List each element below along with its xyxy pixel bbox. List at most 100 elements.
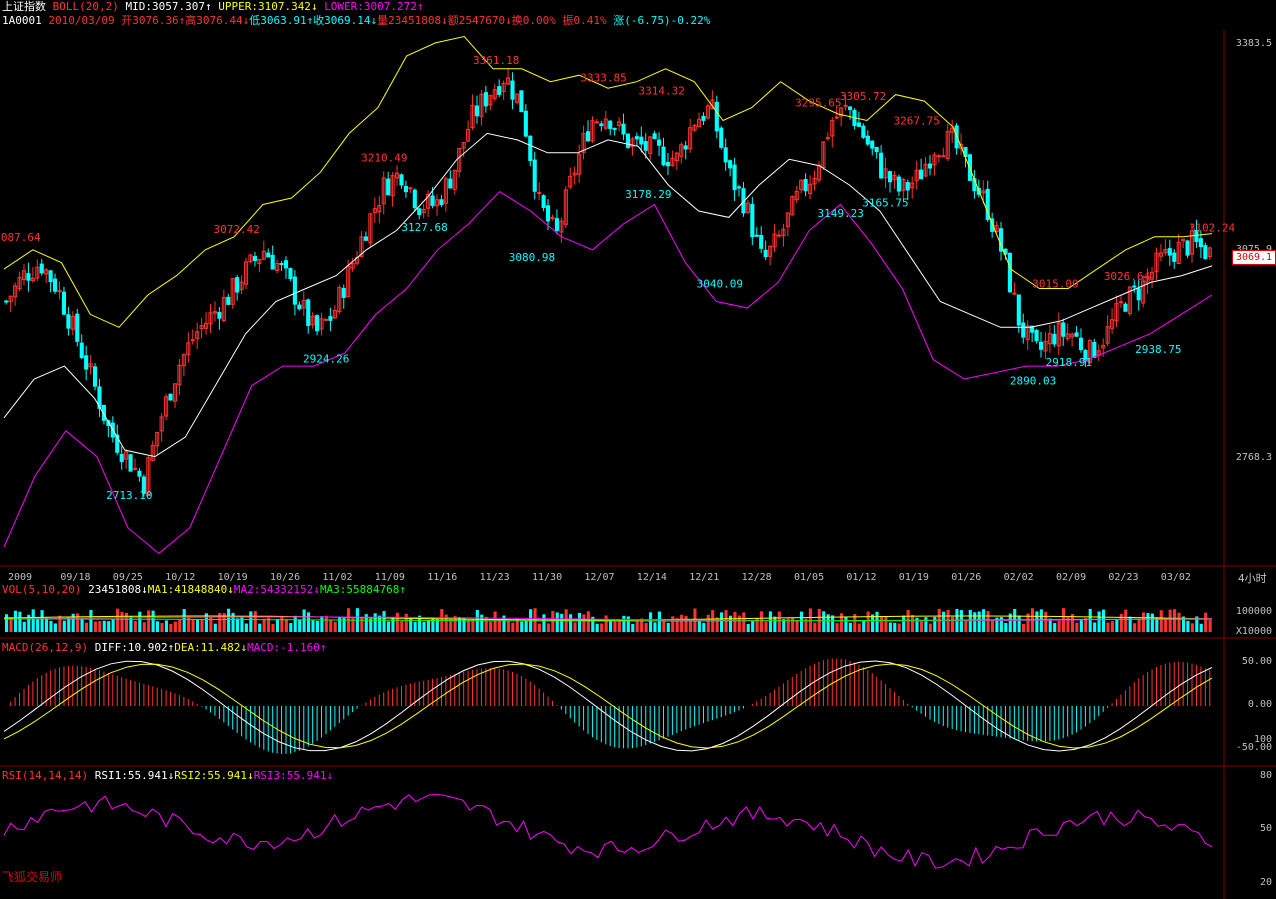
candle (119, 453, 124, 463)
volume-bar (1101, 609, 1106, 632)
time-axis-label: 01/12 (846, 572, 876, 583)
candle (217, 311, 222, 319)
volume-bar (919, 620, 923, 632)
volume-bar (648, 612, 653, 632)
volume-bar (1022, 623, 1026, 632)
candle (763, 249, 768, 258)
vol-tick-100000: 100000 (1235, 606, 1272, 617)
volume-bar (1119, 613, 1123, 632)
volume-bar (795, 619, 799, 632)
candle (128, 454, 133, 472)
candle (403, 185, 408, 193)
time-axis-label: 10/19 (218, 572, 248, 583)
volume-bar (307, 612, 311, 632)
volume-bar (600, 623, 604, 632)
candle (701, 115, 706, 121)
macd-diff: DIFF:10.902 (94, 641, 168, 654)
candle (66, 314, 71, 329)
vol-ma3: MA3:55884768 (319, 583, 400, 596)
rsi3-value: RSI3:55.941 (253, 769, 327, 782)
volume-bar (169, 623, 173, 632)
volume-bar (18, 611, 22, 632)
volume-bar (777, 611, 781, 632)
candle (412, 189, 417, 209)
time-axis-label: 11/16 (427, 572, 457, 583)
volume-bar (400, 620, 404, 632)
candle (137, 470, 142, 477)
volume-bar (124, 612, 129, 632)
price-annotation: 3127.68 (401, 221, 447, 234)
volume-bar (688, 621, 693, 632)
time-axis-label: 11/09 (375, 572, 405, 583)
volume-bar (1199, 623, 1203, 632)
volume-bar (1044, 611, 1048, 632)
volume-bar (511, 622, 515, 632)
candle (1118, 301, 1124, 304)
macd-dea: DEA:11.482 (174, 641, 241, 654)
volume-bar (657, 611, 661, 632)
volume-bar (1208, 620, 1212, 632)
volume-bar (964, 619, 968, 632)
volume-bar (302, 609, 306, 632)
volume-bar (1106, 622, 1110, 632)
candle (1078, 337, 1084, 351)
candle (270, 254, 275, 270)
candle (323, 318, 329, 321)
volume-bar (1141, 612, 1146, 632)
volume-bar (680, 614, 684, 632)
price-chart[interactable]: 3087.64 2713.10 3072.42 2924.26 3210.49 3127.… (0, 0, 1276, 899)
candle (1021, 322, 1026, 338)
candle (759, 234, 764, 249)
volume-bar (338, 616, 342, 632)
time-axis-label: 11/30 (532, 572, 562, 583)
price-tick-top: 3383.5 (1235, 38, 1272, 49)
volume-bar (31, 609, 35, 632)
volume-bar (466, 619, 470, 632)
candle (341, 287, 346, 298)
volume-bar (89, 609, 93, 632)
candle (879, 152, 884, 179)
volume-bar (728, 615, 733, 632)
volume-bar (773, 616, 777, 632)
price-tick-bottom: 2768.3 (1235, 452, 1272, 463)
volume-bar (768, 611, 772, 632)
price-annotation: 3080.98 (509, 251, 555, 264)
candle (1061, 322, 1066, 337)
volume-bar (746, 623, 750, 632)
volume-bar (866, 611, 870, 632)
volume-bar (160, 623, 164, 632)
candle (1034, 330, 1039, 342)
volume-bar (142, 622, 146, 632)
macd-diff-line (3, 660, 1213, 752)
volume-bar (733, 611, 737, 632)
volume-bar (1204, 612, 1208, 632)
volume-bar (1168, 609, 1172, 632)
volume-bar (542, 614, 546, 632)
rsi-tick-50: 50 (1259, 823, 1272, 834)
price-annotation: 3295.65 (795, 96, 841, 109)
candle (483, 92, 488, 107)
candle (732, 164, 737, 191)
price-annotation: 3040.09 (697, 278, 743, 291)
boll-lower-line (3, 190, 1213, 555)
volume-bar (329, 620, 333, 632)
candle (519, 90, 524, 113)
price-annotation: 2924.26 (303, 352, 349, 365)
time-axis-label: 02/23 (1108, 572, 1138, 583)
candle (634, 136, 639, 140)
volume-bar (799, 611, 804, 632)
volume-bar (857, 623, 861, 632)
volume-bar (626, 616, 630, 632)
rsi-tick-80: 80 (1259, 770, 1272, 781)
volume-bar (684, 615, 688, 632)
volume-bar (178, 619, 182, 632)
volume-bar (1035, 611, 1039, 632)
volume-bar (44, 617, 49, 632)
volume-bar (569, 614, 573, 632)
candle (39, 263, 44, 274)
volume-bar (489, 621, 493, 632)
volume-bar (942, 611, 946, 632)
candle (252, 256, 257, 262)
price-annotation: 3333.85 (580, 72, 626, 85)
rsi-tick-20: 20 (1259, 877, 1272, 888)
